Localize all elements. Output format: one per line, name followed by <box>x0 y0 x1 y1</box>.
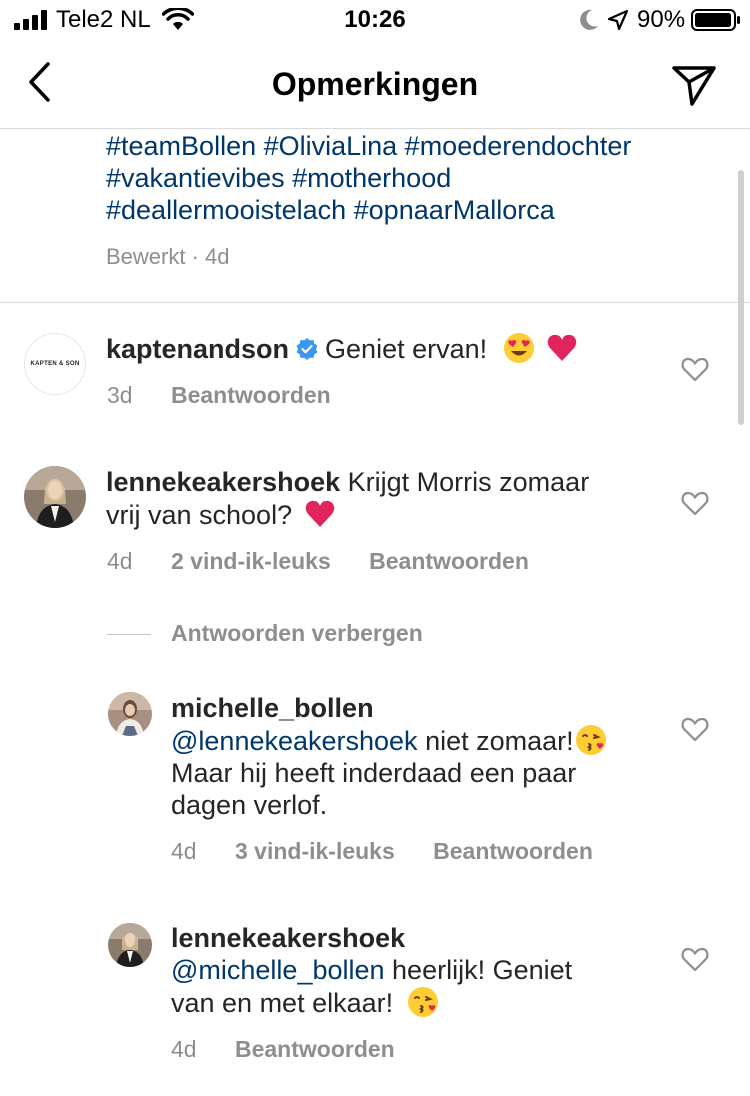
battery-percent: 90% <box>637 6 686 33</box>
comment-time: 3d <box>107 382 133 408</box>
reply-body: lennekeakershoek @michelle_bollen heerli… <box>171 922 681 1019</box>
mention-link[interactable]: @lennekeakershoek <box>171 726 418 756</box>
username[interactable]: lennekeakershoek <box>171 923 405 953</box>
hide-replies-button[interactable]: Antwoorden verbergen <box>107 620 423 647</box>
header: Opmerkingen <box>0 40 750 129</box>
username[interactable]: kaptenandson <box>106 334 289 364</box>
comment-text: Krijgt Morris zomaar <box>347 467 590 497</box>
reply-body: michelle_bollen @lennekeakershoek niet z… <box>171 692 681 821</box>
comment-text: vrij van school? <box>106 500 293 530</box>
like-heart-icon[interactable] <box>681 946 709 972</box>
comment-time: 4d <box>107 548 133 574</box>
scrollbar[interactable] <box>738 170 744 425</box>
comment-meta: 4d 2 vind-ik-leuks Beantwoorden <box>107 548 561 575</box>
page-title: Opmerkingen <box>271 66 479 102</box>
like-heart-icon[interactable] <box>681 490 709 516</box>
username[interactable]: michelle_bollen <box>171 693 374 723</box>
caption-meta: Bewerkt · 4d <box>106 244 230 269</box>
reply-meta: 4d Beantwoorden <box>171 1036 427 1063</box>
avatar[interactable]: KAPTEN & SON <box>24 333 86 395</box>
verified-badge-icon <box>296 338 318 360</box>
reply-time: 4d <box>171 838 197 864</box>
reply-text: heerlijk! Geniet <box>384 955 573 985</box>
comment-meta: 3d Beantwoorden <box>107 382 363 409</box>
kissing-face-emoji <box>407 987 438 1017</box>
comment-body: lennekeakershoek Krijgt Morris zomaar vr… <box>106 466 666 531</box>
comment-body: kaptenandson Geniet ervan! <box>106 332 666 365</box>
heart-eyes-emoji <box>503 333 534 363</box>
red-heart-emoji <box>547 334 577 361</box>
hashtag-line[interactable]: #vakantievibes #motherhood <box>106 162 726 194</box>
reply-text: dagen verlof. <box>171 790 328 820</box>
avatar[interactable] <box>108 923 152 967</box>
battery-icon <box>691 9 740 31</box>
comments-screen: Tele2 NL 10:26 90% Opmerkingen #teamBoll… <box>0 0 750 1096</box>
mention-link[interactable]: @michelle_bollen <box>171 955 385 985</box>
avatar-logo-text: KAPTEN & SON <box>30 361 80 367</box>
username[interactable]: lennekeakershoek <box>106 467 340 497</box>
moon-icon <box>580 9 598 30</box>
reply-button[interactable]: Beantwoorden <box>235 1036 395 1063</box>
avatar[interactable] <box>108 692 152 736</box>
post-caption: #teamBollen #OliviaLina #moederendochter… <box>106 130 726 226</box>
like-heart-icon[interactable] <box>681 356 709 382</box>
reply-button[interactable]: Beantwoorden <box>369 548 529 575</box>
comment-text: Geniet ervan! <box>325 334 488 364</box>
hashtag-line[interactable]: #deallermooistelach #opnaarMallorca <box>106 194 726 226</box>
reply-meta: 4d 3 vind-ik-leuks Beantwoorden <box>171 838 625 865</box>
location-arrow-icon <box>607 9 629 31</box>
divider <box>107 634 151 636</box>
paper-plane-icon[interactable] <box>670 62 718 108</box>
reply-text: van en met elkaar! <box>171 988 394 1018</box>
hashtag-line[interactable]: #teamBollen #OliviaLina #moederendochter <box>106 130 726 162</box>
likes-count[interactable]: 3 vind-ik-leuks <box>235 838 395 865</box>
reply-text: niet zomaar! <box>417 726 574 756</box>
reply-text: Maar hij heeft inderdaad een paar <box>171 758 577 788</box>
avatar[interactable] <box>24 466 86 528</box>
reply-button[interactable]: Beantwoorden <box>433 838 593 865</box>
likes-count[interactable]: 2 vind-ik-leuks <box>171 548 331 575</box>
divider <box>0 302 750 303</box>
red-heart-emoji <box>305 500 334 527</box>
kissing-face-emoji <box>575 725 606 755</box>
like-heart-icon[interactable] <box>681 716 709 742</box>
reply-time: 4d <box>171 1036 197 1062</box>
hide-replies-label: Antwoorden verbergen <box>171 620 423 646</box>
status-bar: Tele2 NL 10:26 90% <box>0 0 750 40</box>
reply-button[interactable]: Beantwoorden <box>171 382 331 409</box>
